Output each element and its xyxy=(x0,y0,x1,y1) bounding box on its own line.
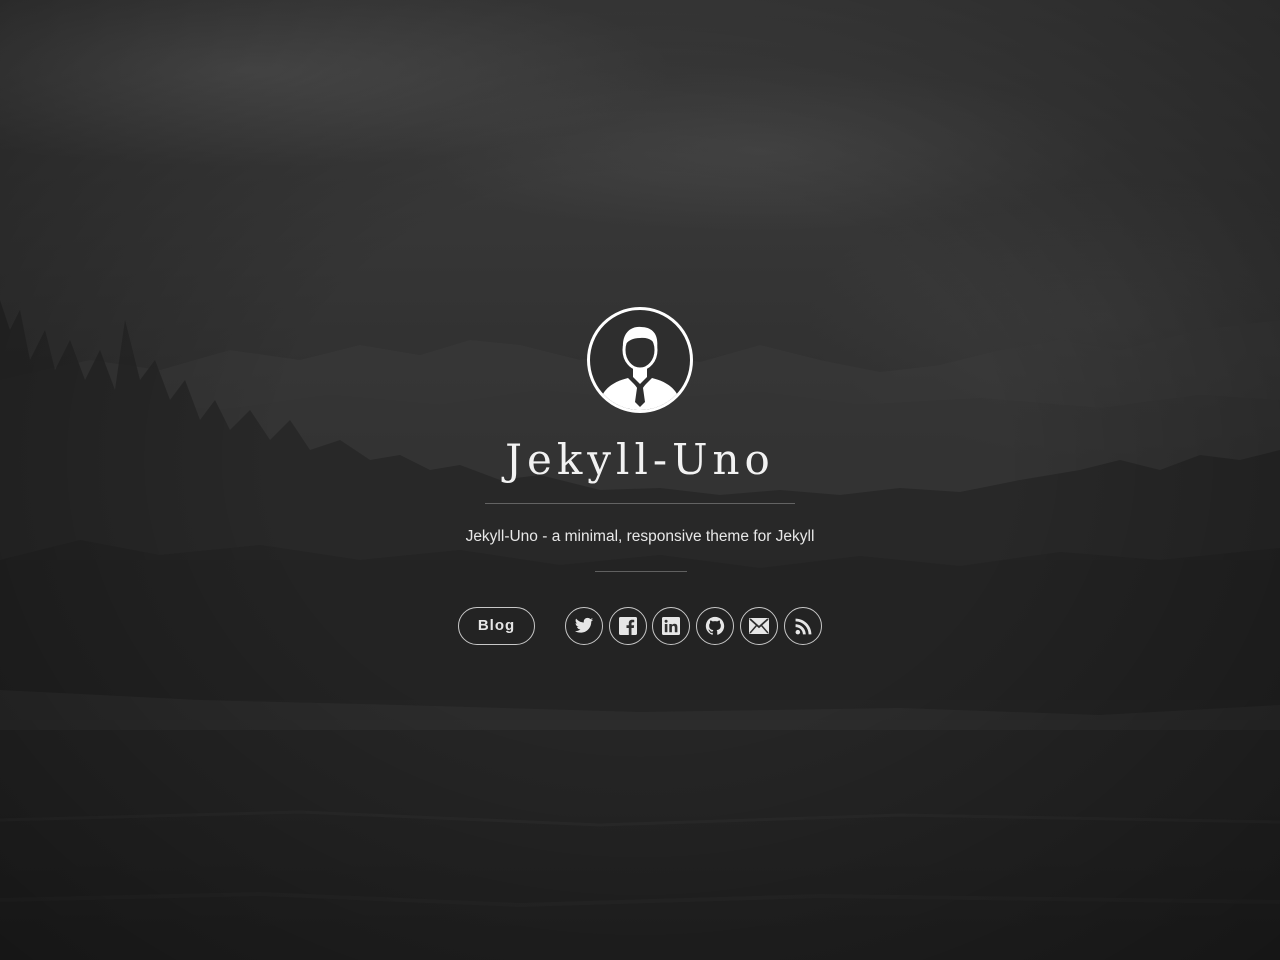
rss-icon xyxy=(795,618,811,634)
site-description: Jekyll-Uno - a minimal, responsive theme… xyxy=(465,528,815,545)
twitter-icon xyxy=(574,617,594,633)
user-avatar-icon xyxy=(587,307,693,413)
blog-button[interactable]: Blog xyxy=(458,607,535,645)
header-panel: Jekyll-Uno Jekyll-Uno - a minimal, respo… xyxy=(0,0,1280,960)
title-divider xyxy=(485,503,795,504)
facebook-icon xyxy=(619,617,637,635)
github-link[interactable] xyxy=(696,607,734,645)
twitter-link[interactable] xyxy=(565,607,603,645)
facebook-link[interactable] xyxy=(609,607,647,645)
email-link[interactable] xyxy=(740,607,778,645)
description-divider xyxy=(595,571,687,572)
linkedin-icon xyxy=(662,617,680,635)
github-icon xyxy=(705,616,725,635)
rss-link[interactable] xyxy=(784,607,822,645)
linkedin-link[interactable] xyxy=(652,607,690,645)
site-title: Jekyll-Uno xyxy=(505,435,775,484)
mail-icon xyxy=(749,618,769,634)
